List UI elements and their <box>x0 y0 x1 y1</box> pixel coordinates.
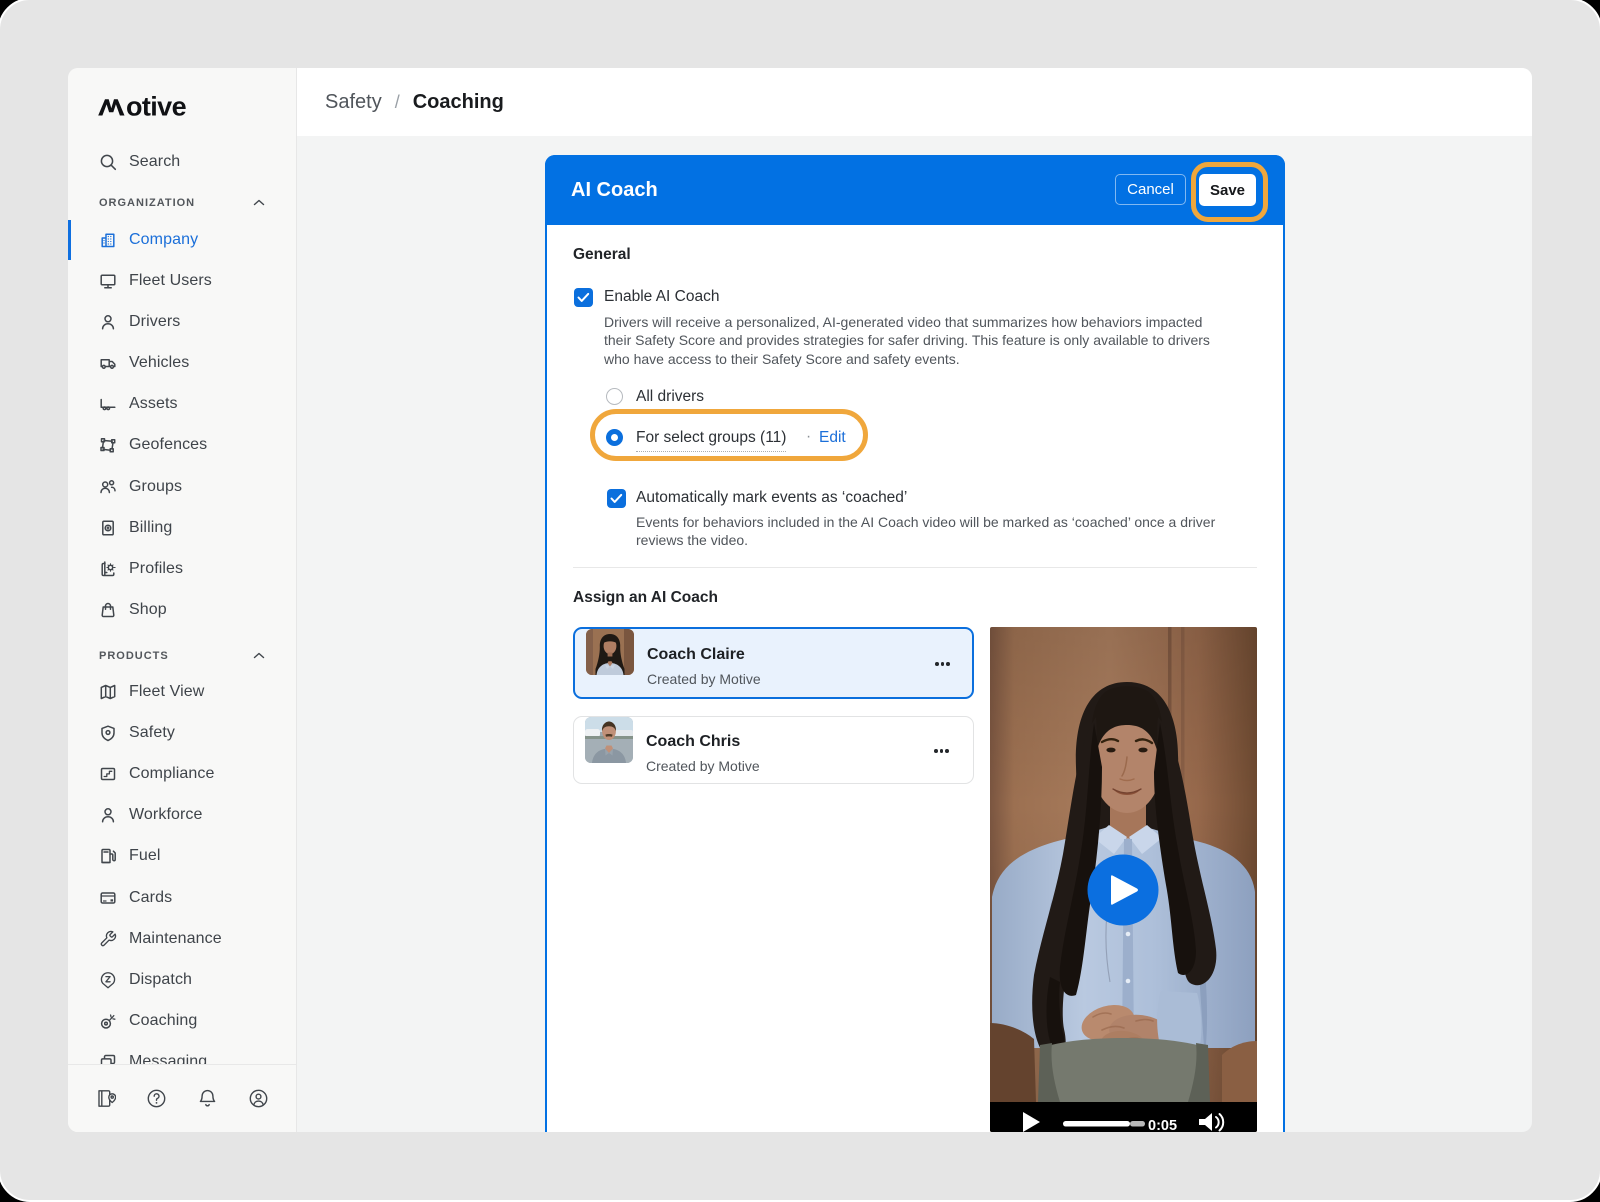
svg-text:0:05: 0:05 <box>1148 1118 1177 1132</box>
svg-text:otive: otive <box>126 92 187 120</box>
